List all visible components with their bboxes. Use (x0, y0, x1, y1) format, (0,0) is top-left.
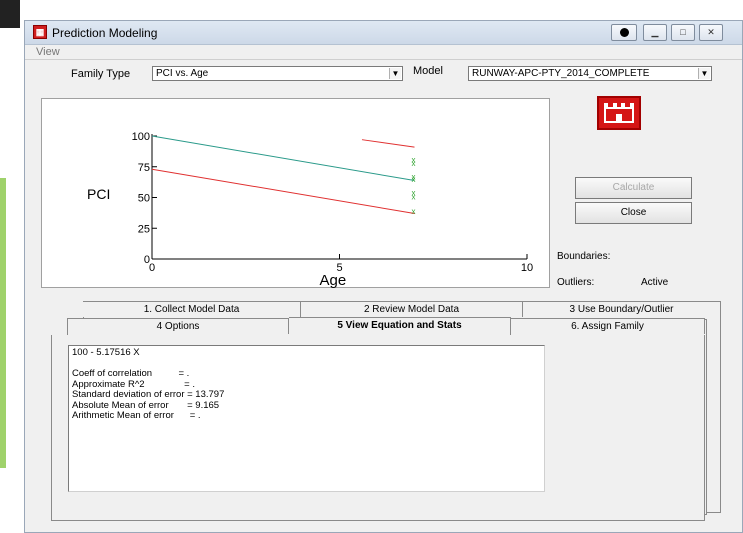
tab-view-equation-and-stats[interactable]: 5 View Equation and Stats (289, 317, 511, 336)
data-point: x (412, 159, 416, 168)
menu-view[interactable]: View (36, 46, 60, 58)
castle-icon (604, 103, 634, 123)
x-tick-label: 0 (149, 262, 155, 274)
maximize-icon: □ (680, 27, 686, 37)
family-type-label: Family Type (71, 68, 131, 80)
stat-coeff-correlation: Coeff of correlation = . (72, 368, 190, 379)
boundaries-label: Boundaries: (557, 251, 611, 262)
outliers-value: Active (641, 277, 669, 288)
stat-std-deviation: Standard deviation of error = 13.797 (72, 389, 225, 400)
tab-use-boundary-outlier[interactable]: 3 Use Boundary/Outlier (523, 301, 721, 317)
close-icon: ✕ (707, 27, 715, 37)
window-title: Prediction Modeling (52, 26, 158, 40)
data-point: x (412, 207, 416, 216)
maximize-button[interactable]: □ (671, 24, 695, 41)
series-line-2 (361, 139, 415, 148)
model-value: RUNWAY-APC-PTY_2014_COMPLETE (472, 68, 650, 79)
x-tick-label: 10 (521, 262, 533, 274)
tab-options[interactable]: 4 Options (67, 318, 289, 334)
model-label: Model (413, 65, 443, 77)
tab-collect-model-data[interactable]: 1. Collect Model Data (83, 301, 301, 317)
close-window-button[interactable]: ✕ (699, 24, 723, 41)
y-tick-label: 25 (138, 223, 150, 235)
tab-review-model-data[interactable]: 2 Review Model Data (301, 301, 523, 317)
minimize-button[interactable]: ▁ (643, 24, 667, 41)
model-select[interactable]: RUNWAY-APC-PTY_2014_COMPLETE ▼ (468, 66, 712, 81)
castle-logo (597, 96, 641, 130)
equation-stats-panel: 100 - 5.17516 X Coeff of correlation = .… (51, 335, 705, 521)
equation-text: 100 - 5.17516 X (72, 347, 140, 358)
chevron-down-icon[interactable]: ▼ (389, 68, 401, 79)
prediction-modeling-window: ▦ Prediction Modeling ▁ □ ✕ View Family … (24, 20, 743, 533)
calculate-button[interactable]: Calculate (575, 177, 692, 199)
data-point: x (412, 192, 416, 201)
menu-bar: View (25, 46, 742, 60)
extra-title-button[interactable] (611, 24, 637, 41)
chevron-down-icon[interactable]: ▼ (698, 68, 710, 79)
dot-icon (619, 28, 629, 37)
series-line-1 (151, 168, 415, 214)
family-type-select[interactable]: PCI vs. Age ▼ (152, 66, 403, 81)
chart-panel: 0 25 50 75 100 0 5 10 PCI Age x x x x x x x (41, 98, 550, 289)
minimize-icon: ▁ (651, 27, 659, 37)
tab-control: 1. Collect Model Data 2 Review Model Dat… (51, 299, 721, 523)
y-tick-label: 50 (138, 193, 150, 205)
y-tick-label: 75 (138, 162, 150, 174)
stat-arithmetic-mean-error: Arithmetic Mean of error = . (72, 410, 201, 421)
series-line-0 (151, 135, 415, 182)
outliers-label: Outliers: (557, 277, 595, 288)
y-tick-label: 100 (132, 131, 150, 143)
title-bar[interactable]: ▦ Prediction Modeling ▁ □ ✕ (25, 21, 742, 45)
y-axis-label: PCI (87, 186, 110, 202)
close-button[interactable]: Close (575, 202, 692, 224)
tab-assign-family[interactable]: 6. Assign Family (511, 318, 705, 334)
pci-age-chart: 02550751000 5 10PCIAgexxxxxxx (87, 131, 533, 289)
background-edge (0, 0, 20, 28)
data-point: x (412, 175, 416, 184)
background-edge-green (0, 178, 6, 468)
x-axis-label: Age (320, 272, 347, 289)
family-type-value: PCI vs. Age (156, 68, 209, 79)
stats-textbox[interactable]: 100 - 5.17516 X Coeff of correlation = .… (68, 345, 545, 492)
app-icon: ▦ (33, 25, 47, 39)
